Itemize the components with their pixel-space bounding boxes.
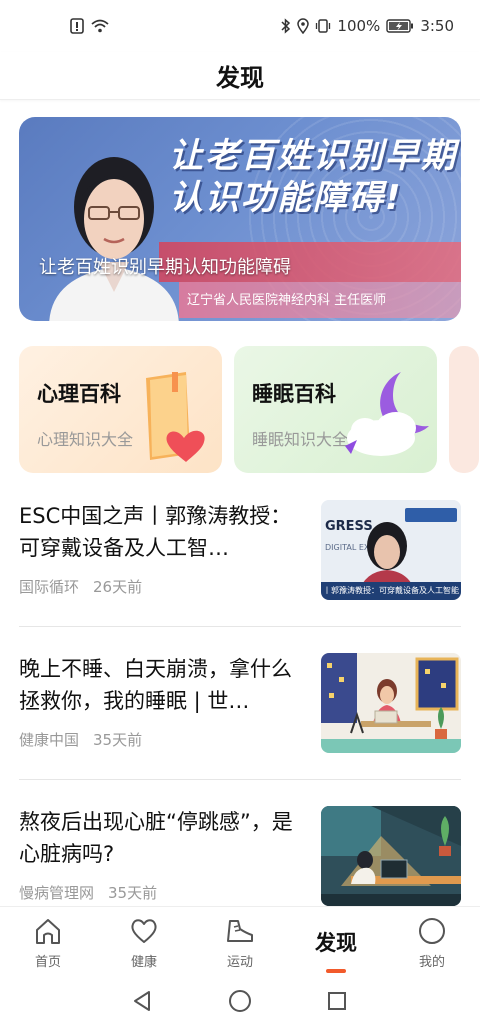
page-title: 发现 xyxy=(216,64,264,92)
battery-charging-icon xyxy=(386,19,414,33)
nav-item-me[interactable]: 我的 xyxy=(384,907,480,970)
article-meta: 慢病管理网 35天前 xyxy=(19,882,157,903)
article-source: 慢病管理网 xyxy=(19,884,95,902)
article-text: ESC中国之声丨郭豫涛教授：可穿戴设备及人工智… 国际循环 26天前 xyxy=(19,500,305,604)
banner-headline-line1: 让老百姓识别早期 xyxy=(169,136,457,176)
nav-item-discover[interactable]: 发现 xyxy=(288,907,384,973)
status-bar: 100% 3:50 xyxy=(0,0,480,52)
article-time: 26天前 xyxy=(93,578,143,596)
article-item[interactable]: 晚上不睡、白天崩溃，拿什么拯救你，我的睡眠 | 世… 健康中国 35天前 xyxy=(19,653,461,757)
book-heart-icon xyxy=(146,372,205,462)
moon-cloud-icon xyxy=(345,372,429,456)
svg-text:GRESS: GRESS xyxy=(325,519,373,534)
article-time: 35天前 xyxy=(93,731,143,749)
article-meta: 健康中国 35天前 xyxy=(19,729,142,750)
article-meta: 国际循环 26天前 xyxy=(19,576,142,597)
article-title: 晚上不睡、白天崩溃，拿什么拯救你，我的睡眠 | 世… xyxy=(19,657,292,713)
category-card-sleep[interactable]: 睡眠百科 睡眠知识大全 xyxy=(234,346,437,473)
article-title: ESC中国之声丨郭豫涛教授：可穿戴设备及人工智… xyxy=(19,504,292,560)
battery-percent: 100% xyxy=(337,17,381,35)
article-thumbnail xyxy=(321,653,461,753)
svg-text:DIGITAL EXT: DIGITAL EXT xyxy=(325,543,374,552)
status-right: 100% 3:50 xyxy=(281,17,454,35)
home-icon xyxy=(36,919,60,944)
category-card-next[interactable] xyxy=(449,346,479,473)
wifi-icon xyxy=(90,18,110,34)
system-navigation-bar xyxy=(0,976,480,1026)
divider xyxy=(19,626,461,627)
category-cards: 心理百科 心理知识大全 睡眠百科 睡眠知识大全 xyxy=(19,346,480,474)
nav-label: 健康 xyxy=(130,955,157,970)
doctor-portrait xyxy=(49,157,179,321)
profile-icon xyxy=(419,918,445,944)
featured-banner[interactable]: 让老百姓识别早期 认识功能障碍! 让老百姓识别早期认知功能障碍 辽宁省人民医院神… xyxy=(19,117,461,321)
recents-icon[interactable] xyxy=(325,989,349,1013)
article-thumbnail: GRESS DIGITAL EXT 丨郭豫涛教授：可穿戴设备及人工智能 xyxy=(321,500,461,600)
article-item[interactable]: ESC中国之声丨郭豫涛教授：可穿戴设备及人工智… 国际循环 26天前 GRESS… xyxy=(19,500,461,604)
back-icon[interactable] xyxy=(131,989,155,1013)
category-card-psychology[interactable]: 心理百科 心理知识大全 xyxy=(19,346,222,473)
thumbnail-caption: 丨郭豫涛教授：可穿戴设备及人工智能 xyxy=(323,586,459,595)
article-thumbnail xyxy=(321,806,461,906)
nav-label: 我的 xyxy=(418,955,445,970)
shoe-icon xyxy=(227,920,253,942)
late-night-illustration xyxy=(321,806,461,906)
nav-label-active: 发现 xyxy=(315,931,357,955)
nav-item-sport[interactable]: 运动 xyxy=(192,907,288,970)
nav-item-health[interactable]: 健康 xyxy=(96,907,192,970)
bluetooth-icon xyxy=(281,18,291,34)
article-time: 35天前 xyxy=(108,884,158,902)
banner-headline: 让老百姓识别早期 认识功能障碍! xyxy=(169,135,459,219)
article-source: 国际循环 xyxy=(19,578,80,596)
nav-label: 首页 xyxy=(34,955,61,970)
banner-caption: 让老百姓识别早期认知功能障碍 xyxy=(39,257,291,278)
active-indicator xyxy=(326,969,346,973)
nav-label: 运动 xyxy=(226,955,253,970)
heart-icon xyxy=(131,919,157,943)
article-title: 熬夜后出现心脏“停跳感”，是心脏病吗? xyxy=(19,810,293,866)
banner-subtitle: 辽宁省人民医院神经内科 主任医师 xyxy=(187,293,387,308)
location-icon xyxy=(297,18,310,34)
article-text: 晚上不睡、白天崩溃，拿什么拯救你，我的睡眠 | 世… 健康中国 35天前 xyxy=(19,653,305,757)
divider xyxy=(19,779,461,780)
night-work-illustration xyxy=(321,653,461,753)
home-button-icon[interactable] xyxy=(227,988,253,1014)
nav-item-home[interactable]: 首页 xyxy=(0,907,96,970)
clock: 3:50 xyxy=(420,17,454,35)
article-item[interactable]: 熬夜后出现心脏“停跳感”，是心脏病吗? 慢病管理网 35天前 xyxy=(19,806,461,910)
bottom-navigation: 首页 健康 运动 发现 我的 xyxy=(0,906,480,976)
sim-alert-icon xyxy=(70,18,84,34)
banner-headline-line2: 认识功能障碍! xyxy=(169,178,403,218)
article-source: 健康中国 xyxy=(19,731,80,749)
vibrate-icon xyxy=(315,18,331,34)
page-header: 发现 xyxy=(0,52,480,100)
status-left xyxy=(70,18,110,34)
article-text: 熬夜后出现心脏“停跳感”，是心脏病吗? 慢病管理网 35天前 xyxy=(19,806,305,910)
